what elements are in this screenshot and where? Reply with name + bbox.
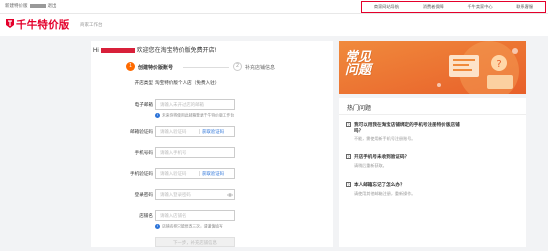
phone-row: 手机号码 bbox=[91, 147, 333, 158]
register-form-card: Hi 欢迎您在淘宝特价版免费开店! 1 创建特价版账号 2 补充店铺信息 开店类型… bbox=[91, 41, 333, 247]
svg-text:?: ? bbox=[496, 59, 501, 70]
welcome-prefix: Hi bbox=[93, 48, 99, 54]
top-bar-user: 新建特价版 退出 bbox=[5, 3, 57, 9]
next-step-button[interactable]: 下一步，补充店铺信息 bbox=[155, 237, 235, 247]
phone-input[interactable] bbox=[155, 147, 235, 158]
banner-title: 常见问题 bbox=[345, 49, 372, 77]
faq-question[interactable]: 开店手机号未收到验证码？ bbox=[354, 154, 464, 160]
shop-name-input[interactable] bbox=[155, 210, 235, 221]
nav-item-site-nav[interactable]: 商家网站导航 bbox=[374, 4, 399, 10]
shop-name-row: 店铺名 bbox=[91, 210, 333, 221]
steps-indicator: 1 创建特价版账号 2 补充店铺信息 bbox=[126, 62, 306, 72]
nav-item-consumer[interactable]: 消费者保障 bbox=[423, 4, 444, 10]
email-hint-text: 未来你将使用此邮箱登录千牛特价版工作台 bbox=[162, 113, 235, 118]
info-icon: i bbox=[155, 113, 160, 118]
email-code-label: 邮箱验证码 bbox=[130, 128, 153, 134]
redacted-username bbox=[29, 3, 46, 8]
get-phone-code-button[interactable]: 获取验证码 bbox=[199, 171, 224, 177]
shop-name-hint-text: 店铺名称只能修改三次，请谨慎填写 bbox=[162, 224, 223, 229]
faq-title: 热门问题 bbox=[347, 106, 372, 112]
step-1-label: 创建特价版账号 bbox=[138, 65, 174, 71]
info-icon: i bbox=[155, 224, 160, 229]
nav-item-service[interactable]: 联系客服 bbox=[516, 4, 533, 10]
logout-link[interactable]: 退出 bbox=[48, 3, 57, 8]
faq-answer: 请稍后重新获取。 bbox=[354, 163, 387, 168]
password-input[interactable] bbox=[155, 189, 235, 200]
step-connector bbox=[183, 66, 229, 68]
faq-panel: 热门问题 ? 我可以用我在淘宝店铺绑定的手机号注册特价版店铺吗？ 不能，需使用新… bbox=[339, 98, 526, 247]
redacted-username bbox=[100, 47, 135, 53]
phone-label: 手机号码 bbox=[134, 149, 153, 155]
question-icon: ? bbox=[346, 154, 351, 159]
top-nav: 商家网站导航 消费者保障 千牛卖家中心 联系客服 bbox=[361, 1, 546, 13]
faq-divider bbox=[339, 114, 526, 115]
welcome-message: Hi 欢迎您在淘宝特价版免费开店! bbox=[93, 45, 216, 54]
shop-type-row: 开店类型 淘宝特价版个人店（免费入驻） bbox=[91, 77, 333, 88]
step-2-label: 补充店铺信息 bbox=[245, 65, 276, 71]
welcome-text: 欢迎您在淘宝特价版免费开店! bbox=[136, 48, 217, 54]
step-2-number: 2 bbox=[233, 62, 242, 71]
get-email-code-button[interactable]: 获取验证码 bbox=[199, 129, 224, 135]
nav-item-seller-center[interactable]: 千牛卖家中心 bbox=[467, 4, 492, 10]
password-row: 登录密码 bbox=[91, 189, 333, 200]
password-label: 登录密码 bbox=[134, 191, 153, 197]
faq-banner: ? 常见问题 bbox=[339, 41, 526, 94]
question-icon: ? bbox=[346, 182, 351, 187]
brand-subtitle: 商家工作台 bbox=[80, 22, 103, 27]
eye-icon[interactable] bbox=[227, 192, 233, 198]
faq-answer: 不能，需使用新手机号注册账号。 bbox=[354, 136, 416, 141]
shop-type-value: 淘宝特价版个人店（免费入驻） bbox=[155, 79, 220, 85]
shop-name-hint: i 店铺名称只能修改三次，请谨慎填写 bbox=[155, 224, 223, 230]
email-input[interactable] bbox=[155, 99, 235, 110]
email-hint: i 未来你将使用此邮箱登录千牛特价版工作台 bbox=[155, 113, 234, 119]
brand-logo-icon bbox=[6, 19, 14, 28]
faq-answer: 请使用其他邮箱注册，重新操作。 bbox=[354, 191, 416, 196]
faq-question[interactable]: 我可以用我在淘宝店铺绑定的手机号注册特价版店铺吗？ bbox=[354, 122, 464, 134]
step-1-number: 1 bbox=[126, 62, 135, 71]
top-bar: 新建特价版 退出 商家网站导航 消费者保障 千牛卖家中心 联系客服 bbox=[0, 0, 548, 14]
email-row: 电子邮箱 bbox=[91, 99, 333, 110]
brand-name[interactable]: 千牛特价版 bbox=[16, 17, 70, 32]
email-code-row: 邮箱验证码 获取验证码 bbox=[91, 126, 333, 137]
phone-code-label: 手机验证码 bbox=[130, 170, 153, 176]
question-icon: ? bbox=[346, 122, 351, 127]
top-bar-prefix: 新建特价版 bbox=[5, 3, 28, 8]
email-label: 电子邮箱 bbox=[134, 101, 153, 107]
shop-name-label: 店铺名 bbox=[139, 212, 153, 218]
faq-question[interactable]: 本人邮箱忘记了怎么办？ bbox=[354, 182, 464, 188]
phone-code-row: 手机验证码 获取验证码 bbox=[91, 168, 333, 179]
shop-type-label: 开店类型 bbox=[134, 79, 153, 85]
